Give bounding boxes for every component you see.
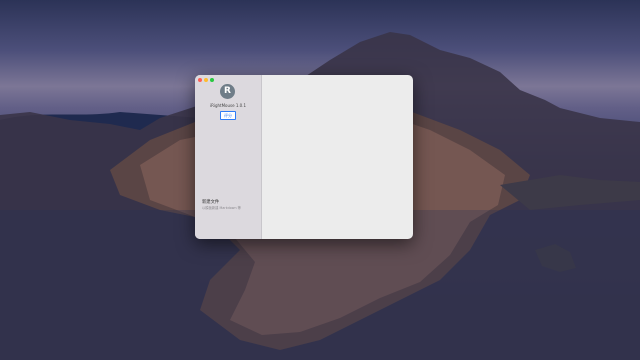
app-title: iRightMouse 1.0.1: [209, 103, 247, 108]
window-controls: [198, 78, 214, 82]
minimize-button[interactable]: [204, 78, 208, 82]
sidebar-item-subtitle: 以模板新建 Markdown 等: [202, 206, 241, 210]
close-button[interactable]: [198, 78, 202, 82]
zoom-button[interactable]: [210, 78, 214, 82]
irightmouse-window: R iRightMouse 1.0.1 评分 新建文件 以模板新建 Markdo…: [195, 75, 413, 239]
app-logo-icon: R: [220, 84, 235, 99]
sidebar: R iRightMouse 1.0.1 评分 新建文件 以模板新建 Markdo…: [195, 75, 262, 239]
sidebar-item-new-file[interactable]: 新建文件 以模板新建 Markdown 等: [195, 195, 261, 217]
rate-button[interactable]: 评分: [220, 111, 236, 120]
